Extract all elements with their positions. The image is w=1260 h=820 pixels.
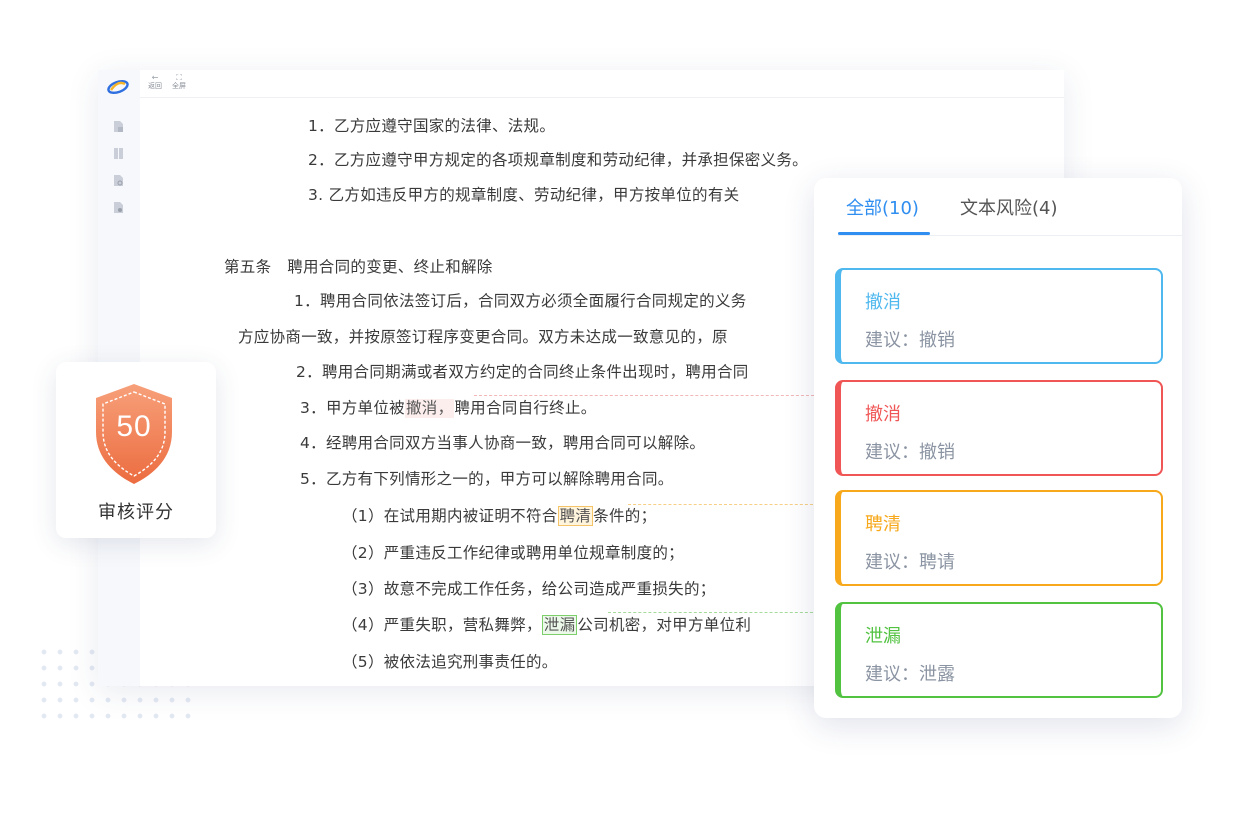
doc-line: 1．聘用合同依法签订后，合同双方必须全面履行合同规定的义务 [294, 292, 747, 310]
leader-line-red [474, 395, 814, 396]
doc-line-flagged: （4）严重失职，营私舞弊， 泄漏 公司机密，对甲方单位利 [342, 613, 751, 635]
text-segment: 聘用合同自行终止。 [454, 399, 597, 417]
risk-item-title: 撤消 [865, 292, 901, 313]
back-button[interactable]: ← 返回 [144, 73, 166, 91]
tab-all[interactable]: 全部(10) [846, 194, 919, 220]
toolbar: ← 返回 ⛶ 全屏 [140, 70, 1064, 98]
risk-highlight-orange[interactable]: 聘清 [557, 506, 594, 526]
arrow-left-icon: ← [151, 73, 159, 82]
doc-line: 方应协商一致，并按原签订程序变更合同。双方未达成一致意见的，原 [238, 328, 728, 346]
app-logo-icon [107, 79, 129, 95]
doc-line: 1．乙方应遵守国家的法律、法规。 [308, 117, 556, 135]
tab-bar: 全部(10) 文本风险(4) [838, 178, 1182, 236]
back-label: 返回 [148, 82, 162, 90]
leader-line-orange [628, 504, 818, 505]
pages-icon[interactable] [113, 147, 124, 160]
risk-item[interactable]: 撤消 建议：撤销 [835, 380, 1163, 476]
risk-item[interactable]: 泄漏 建议：泄露 [835, 602, 1163, 698]
doc-line: 4．经聘用合同双方当事人协商一致，聘用合同可以解除。 [300, 434, 706, 452]
fullscreen-label: 全屏 [172, 82, 186, 90]
risk-item-suggestion: 建议：撤销 [865, 442, 955, 463]
leader-line-green [608, 612, 818, 613]
text-segment: 条件的； [593, 507, 657, 525]
doc-line: 2．聘用合同期满或者双方约定的合同终止条件出现时，聘用合同 [296, 363, 749, 381]
risk-item[interactable]: 聘清 建议：聘请 [835, 490, 1163, 586]
risk-item-suggestion: 建议：撤销 [865, 330, 955, 351]
text-segment: （4）严重失职，营私舞弊， [342, 616, 542, 634]
fullscreen-icon: ⛶ [176, 73, 182, 82]
doc-line: 2．乙方应遵守甲方规定的各项规章制度和劳动纪律，并承担保密义务。 [308, 151, 808, 169]
text-segment: 公司机密，对甲方单位利 [577, 616, 752, 634]
doc-line: （2）严重违反工作纪律或聘用单位规章制度的； [342, 544, 684, 562]
score-value: 50 [116, 410, 152, 443]
doc-line: 3. 乙方如违反甲方的规章制度、劳动纪律，甲方按单位的有关 [308, 186, 740, 204]
tab-text-risk[interactable]: 文本风险(4) [960, 194, 1058, 220]
risk-highlight-red[interactable]: 撤消， [404, 399, 455, 418]
doc-line: （3）故意不完成工作任务，给公司造成严重损失的； [342, 580, 716, 598]
document-settings-icon[interactable] [113, 201, 124, 214]
doc-line-flagged: 3．甲方单位被撤消，聘用合同自行终止。 [300, 396, 597, 418]
active-tab-indicator [838, 232, 930, 235]
doc-line-flagged: （1）在试用期内被证明不符合 聘清 条件的； [342, 504, 656, 526]
score-label: 审核评分 [98, 502, 174, 523]
risk-item-title: 泄漏 [865, 626, 901, 647]
doc-line: （5）被依法追究刑事责任的。 [342, 653, 558, 671]
score-card: 50 审核评分 [56, 362, 216, 538]
text-segment: （1）在试用期内被证明不符合 [342, 507, 558, 525]
risk-panel: 全部(10) 文本风险(4) 撤消 建议：撤销 撤消 建议：撤销 聘清 建议：聘… [814, 178, 1182, 718]
risk-item-title: 聘清 [865, 514, 901, 535]
document-icon[interactable] [113, 120, 124, 133]
risk-item-title: 撤消 [865, 404, 901, 425]
section-heading: 第五条 聘用合同的变更、终止和解除 [224, 258, 493, 276]
risk-highlight-green[interactable]: 泄漏 [541, 615, 578, 635]
risk-item[interactable]: 撤消 建议：撤销 [835, 268, 1163, 364]
fullscreen-button[interactable]: ⛶ 全屏 [168, 73, 190, 91]
doc-line: 5．乙方有下列情形之一的，甲方可以解除聘用合同。 [300, 470, 674, 488]
document-search-icon[interactable] [113, 174, 124, 187]
text-segment: 3．甲方单位被 [300, 399, 405, 417]
risk-item-suggestion: 建议：聘请 [865, 552, 955, 573]
risk-item-suggestion: 建议：泄露 [865, 664, 955, 685]
